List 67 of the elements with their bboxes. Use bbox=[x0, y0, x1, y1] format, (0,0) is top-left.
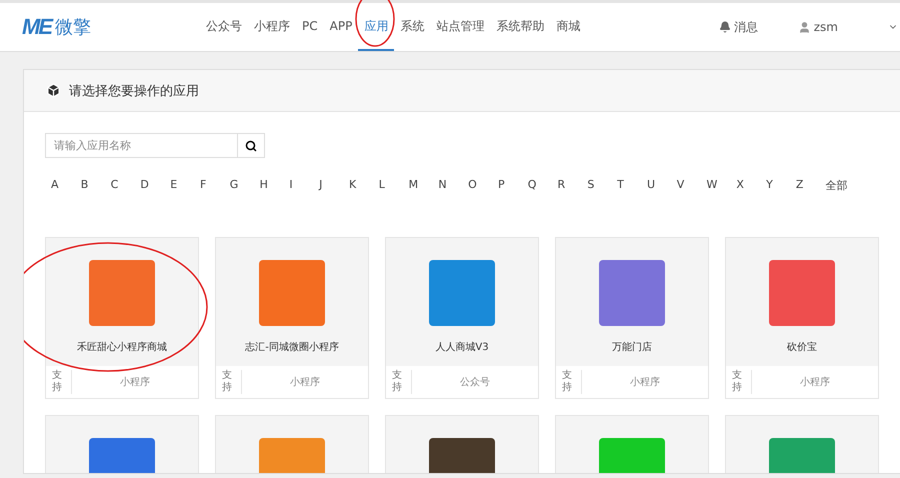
letter-filter[interactable]: P bbox=[498, 178, 528, 193]
letter-filter[interactable]: Q bbox=[528, 178, 558, 193]
support-type: 小程序 bbox=[119, 376, 151, 389]
letter-filter[interactable]: W bbox=[706, 178, 736, 193]
nav-tab[interactable]: 小程序 bbox=[248, 3, 296, 51]
support-label: 支持 bbox=[556, 370, 582, 394]
letter-filter[interactable]: U bbox=[646, 178, 677, 193]
search-button[interactable] bbox=[237, 133, 265, 158]
logo-mark: ME bbox=[22, 14, 51, 40]
user-menu[interactable]: zsm bbox=[798, 20, 838, 34]
user-icon bbox=[798, 20, 811, 34]
letter-filter[interactable]: F bbox=[200, 178, 230, 193]
support-type: 公众号 bbox=[459, 376, 491, 389]
nav-tab[interactable]: 商城 bbox=[550, 3, 586, 51]
search-field[interactable]: 请输入应用名称 bbox=[45, 133, 237, 158]
letter-filter[interactable]: Y bbox=[766, 178, 796, 193]
support-label: 支持 bbox=[216, 370, 242, 394]
letter-filter[interactable]: N bbox=[438, 178, 468, 193]
support-label: 支持 bbox=[46, 370, 72, 394]
nav-tab[interactable]: 公众号 bbox=[200, 3, 248, 51]
app-card[interactable]: 志汇-同城微圈小程序 支持 小程序 bbox=[215, 237, 369, 399]
nav-tab[interactable]: 应用 bbox=[358, 3, 394, 51]
nav-tab[interactable]: 站点管理 bbox=[430, 3, 490, 51]
letter-filter[interactable]: O bbox=[468, 178, 498, 193]
letter-filter[interactable]: X bbox=[736, 178, 766, 193]
nav-tab[interactable]: PC bbox=[296, 3, 324, 51]
nav-tab[interactable]: 系统帮助 bbox=[490, 3, 550, 51]
support-type: 小程序 bbox=[629, 376, 661, 389]
letter-filter[interactable]: R bbox=[558, 178, 588, 193]
letter-filter[interactable]: A bbox=[51, 178, 81, 193]
letter-filter[interactable]: H bbox=[260, 178, 290, 193]
letter-filter[interactable]: E bbox=[170, 178, 200, 193]
letter-filter[interactable]: L bbox=[378, 178, 409, 193]
app-card[interactable]: 砍价宝 支持 小程序 bbox=[725, 237, 879, 399]
nav-tab[interactable]: 系统 bbox=[394, 3, 430, 51]
letter-filter[interactable]: J bbox=[319, 178, 349, 193]
letter-filter[interactable]: M bbox=[408, 178, 438, 193]
app-card[interactable]: 万能门店 支持 小程序 bbox=[555, 237, 709, 399]
letter-filter[interactable]: D bbox=[140, 178, 170, 193]
letter-filter[interactable]: S bbox=[587, 178, 618, 193]
messages-link[interactable]: 消息 bbox=[718, 18, 758, 36]
letter-filter[interactable]: C bbox=[110, 178, 140, 193]
letter-filter[interactable]: T bbox=[617, 178, 647, 193]
letter-filter[interactable]: I bbox=[289, 178, 320, 193]
support-label: 支持 bbox=[726, 370, 752, 394]
support-type: 小程序 bbox=[289, 376, 321, 389]
letter-filter[interactable]: K bbox=[348, 178, 379, 193]
app-card[interactable]: 人人商城V3 支持 公众号 bbox=[385, 237, 539, 399]
letter-filter[interactable]: V bbox=[676, 178, 707, 193]
support-type: 小程序 bbox=[799, 376, 831, 389]
letter-filter[interactable]: Z bbox=[796, 178, 826, 193]
support-label: 支持 bbox=[386, 370, 412, 394]
letter-filter[interactable]: B bbox=[80, 178, 111, 193]
nav-tab[interactable]: APP bbox=[324, 3, 358, 51]
panel-title: 请选择您要操作的应用 bbox=[69, 82, 199, 100]
cube-icon bbox=[46, 83, 61, 98]
app-name: 人人商城V3 bbox=[435, 340, 489, 354]
app-name: 砍价宝 bbox=[787, 340, 817, 354]
app-name: 志汇-同城微圈小程序 bbox=[245, 340, 339, 354]
app-name: 禾匠甜心小程序商城 bbox=[77, 340, 167, 354]
letter-filter[interactable]: 全部 bbox=[826, 178, 856, 193]
logo-name: 微擎 bbox=[55, 16, 91, 39]
search-icon bbox=[245, 140, 257, 152]
app-name: 万能门店 bbox=[612, 340, 652, 354]
app-card[interactable]: 禾匠甜心小程序商城 支持 小程序 bbox=[45, 237, 199, 399]
letter-filter[interactable]: G bbox=[230, 178, 260, 193]
bell-icon bbox=[718, 21, 731, 33]
